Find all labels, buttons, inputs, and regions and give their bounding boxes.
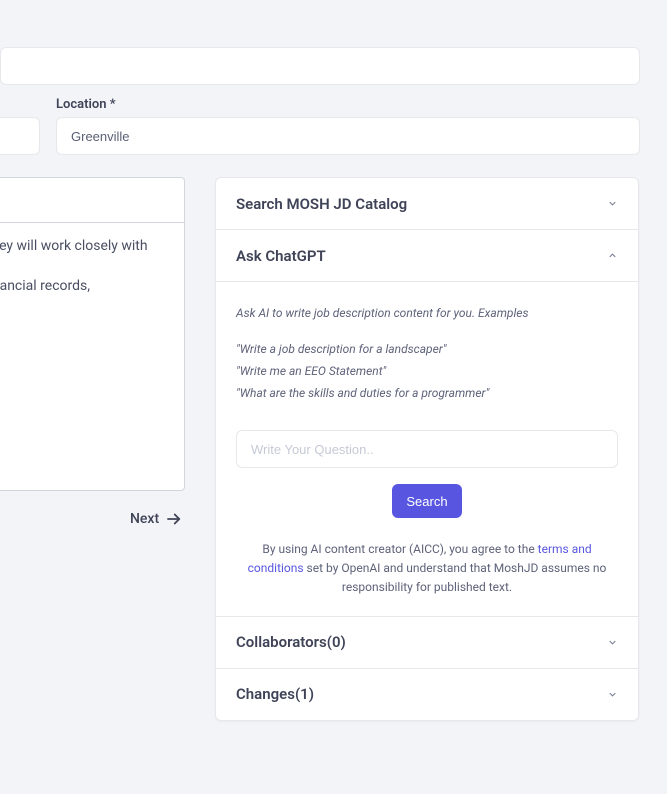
chevron-down-icon <box>607 198 618 209</box>
description-text-line1: They will work closely with <box>0 238 148 254</box>
accordion-label: Changes(1) <box>236 685 314 703</box>
accordion-search-catalog[interactable]: Search MOSH JD Catalog <box>216 178 638 229</box>
chatgpt-disclaimer: By using AI content creator (AICC), you … <box>236 540 618 598</box>
top-text-input[interactable] <box>0 47 640 85</box>
panel-divider <box>0 222 184 223</box>
chatgpt-question-input[interactable] <box>236 430 618 468</box>
description-text-line2: ate financial records, <box>0 278 90 294</box>
side-panel: Search MOSH JD Catalog Ask ChatGPT Ask A… <box>215 177 639 721</box>
chevron-down-icon <box>607 637 618 648</box>
chevron-down-icon <box>607 689 618 700</box>
disclaimer-text-before: By using AI content creator (AICC), you … <box>262 542 537 556</box>
accordion-changes[interactable]: Changes(1) <box>216 669 638 720</box>
chatgpt-intro: Ask AI to write job description content … <box>236 306 618 320</box>
chatgpt-example: "What are the skills and duties for a pr… <box>236 386 618 400</box>
accordion-ask-chatgpt[interactable]: Ask ChatGPT <box>216 230 638 281</box>
accordion-label: Ask ChatGPT <box>236 247 326 265</box>
description-panel: They will work closely with ate financia… <box>0 177 185 491</box>
chatgpt-example: "Write a job description for a landscape… <box>236 342 618 356</box>
chatgpt-example: "Write me an EEO Statement" <box>236 364 618 378</box>
accordion-collaborators[interactable]: Collaborators(0) <box>216 617 638 668</box>
next-label: Next <box>130 511 159 527</box>
disclaimer-text-after: set by OpenAI and understand that MoshJD… <box>304 561 607 594</box>
small-input-partial[interactable] <box>0 117 40 155</box>
accordion-label: Collaborators(0) <box>236 633 346 651</box>
chatgpt-search-button[interactable]: Search <box>392 484 462 518</box>
next-button[interactable]: Next <box>130 510 183 528</box>
arrow-right-icon <box>165 510 183 528</box>
chatgpt-body: Ask AI to write job description content … <box>216 282 638 616</box>
chevron-up-icon <box>607 250 618 261</box>
location-input[interactable] <box>56 117 640 155</box>
location-label: Location * <box>56 97 116 112</box>
accordion-label: Search MOSH JD Catalog <box>236 195 407 213</box>
